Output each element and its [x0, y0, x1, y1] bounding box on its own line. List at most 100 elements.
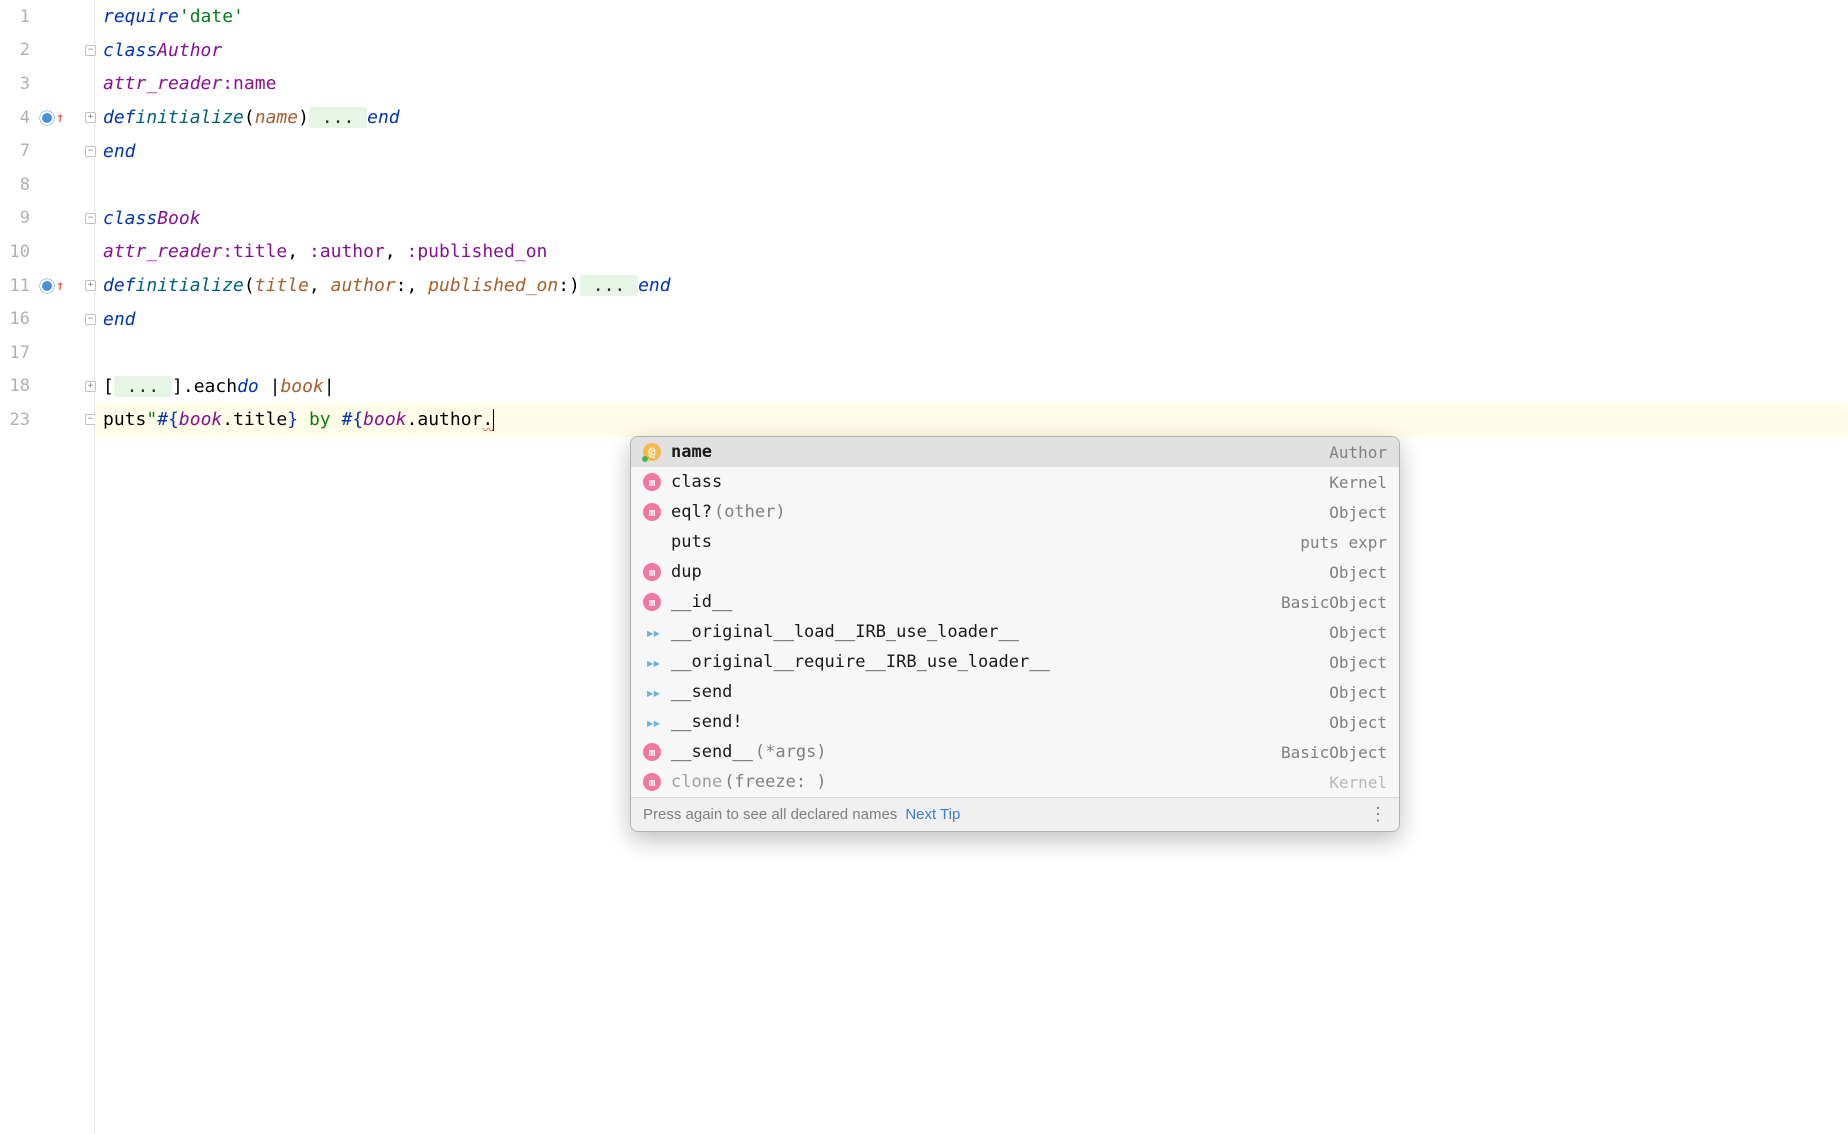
completion-item-name: clone(freeze: ): [671, 772, 1329, 792]
gutter-line: 3: [0, 67, 94, 101]
method-icon: [643, 563, 661, 581]
line-number: 17: [0, 343, 38, 363]
method-icon: [643, 503, 661, 521]
gutter-line: 18: [0, 370, 94, 404]
code-line: [103, 336, 1848, 370]
code-line: end: [103, 134, 1848, 168]
blank-icon: [643, 533, 661, 551]
method-icon: [643, 473, 661, 491]
arrow-up-icon: ↑: [56, 111, 64, 125]
completion-item-name: __send: [671, 682, 1329, 702]
line-number: 7: [0, 141, 38, 161]
completion-item-name: __send__(*args): [671, 742, 1281, 762]
gutter-line: 2: [0, 34, 94, 68]
gutter-line: 1: [0, 0, 94, 34]
method-icon: [643, 593, 661, 611]
completion-item-name: __original__load__IRB_use_loader__: [671, 622, 1329, 642]
line-number: 9: [0, 208, 38, 228]
line-number: 8: [0, 175, 38, 195]
code-line: def initialize(name) ... end: [103, 101, 1848, 135]
completion-item-name: dup: [671, 562, 1329, 582]
editor-container: 1 2 3 4 ↑ 7 8 9 10: [0, 0, 1848, 1134]
completion-item-type: Object: [1329, 563, 1387, 582]
completion-item-name: class: [671, 472, 1329, 492]
line-number: 18: [0, 376, 38, 396]
completion-item-type: BasicObject: [1281, 743, 1387, 762]
completion-item-type: Kernel: [1329, 773, 1387, 792]
completion-item[interactable]: putsputs expr: [631, 527, 1399, 557]
gutter-line: 17: [0, 336, 94, 370]
completion-item[interactable]: __original__require__IRB_use_loader__Obj…: [631, 647, 1399, 677]
error-squiggle-icon: 〰: [482, 421, 494, 438]
override-icon[interactable]: [40, 279, 54, 293]
completion-footer: Press again to see all declared names Nex…: [631, 797, 1399, 831]
completion-item[interactable]: eql?(other)Object: [631, 497, 1399, 527]
completion-item-name: puts: [671, 532, 1300, 552]
completion-item-type: puts expr: [1300, 533, 1387, 552]
completion-popup: nameAuthorclassKerneleql?(other)Objectpu…: [630, 436, 1400, 832]
completion-item[interactable]: clone(freeze: )Kernel: [631, 767, 1399, 797]
override-icon[interactable]: [40, 111, 54, 125]
next-tip-link[interactable]: Next Tip: [905, 806, 960, 823]
arrow-up-icon: ↑: [56, 279, 64, 293]
gutter-line: 4 ↑: [0, 101, 94, 135]
method-icon: [643, 773, 661, 791]
gutter-line: 11 ↑: [0, 269, 94, 303]
template-icon: [643, 683, 661, 701]
gutter-line: 16: [0, 302, 94, 336]
code-line: attr_reader :title, :author, :published_…: [103, 235, 1848, 269]
code-line: class Author: [103, 34, 1848, 68]
code-line: def initialize(title, author:, published…: [103, 269, 1848, 303]
completion-item-name: __send!: [671, 712, 1329, 732]
line-number: 1: [0, 7, 38, 27]
gutter-line: 23: [0, 403, 94, 437]
code-line: end: [103, 302, 1848, 336]
template-icon: [643, 653, 661, 671]
code-line: [ ... ].each do |book|: [103, 370, 1848, 404]
code-area[interactable]: require 'date' class Author attr_reader …: [95, 0, 1848, 1134]
line-number: 3: [0, 74, 38, 94]
completion-item[interactable]: __sendObject: [631, 677, 1399, 707]
completion-item-type: Kernel: [1329, 473, 1387, 492]
gutter-line: 8: [0, 168, 94, 202]
gutter-line: 10: [0, 235, 94, 269]
completion-item[interactable]: __id__BasicObject: [631, 587, 1399, 617]
completion-item-name: eql?(other): [671, 502, 1329, 522]
gutter-line: 9: [0, 202, 94, 236]
line-number: 23: [0, 410, 38, 430]
code-line-current: puts "#{book.title} by #{book.author.〰: [95, 403, 1848, 437]
footer-hint: Press again to see all declared names: [643, 806, 897, 823]
attr-icon: [643, 443, 661, 461]
completion-item-name: name: [671, 442, 1329, 462]
gutter: 1 2 3 4 ↑ 7 8 9 10: [0, 0, 95, 1134]
completion-item-type: Object: [1329, 713, 1387, 732]
completion-item[interactable]: classKernel: [631, 467, 1399, 497]
completion-item-type: Object: [1329, 683, 1387, 702]
line-number: 10: [0, 242, 38, 262]
line-number: 16: [0, 309, 38, 329]
completion-item-type: Author: [1329, 443, 1387, 462]
code-line: attr_reader :name: [103, 67, 1848, 101]
completion-item-type: Object: [1329, 623, 1387, 642]
code-line: require 'date': [103, 0, 1848, 34]
line-number: 2: [0, 40, 38, 60]
gutter-line: 7: [0, 134, 94, 168]
completion-item-type: BasicObject: [1281, 593, 1387, 612]
completion-item[interactable]: dupObject: [631, 557, 1399, 587]
completion-item[interactable]: nameAuthor: [631, 437, 1399, 467]
line-number: 4: [0, 108, 38, 128]
code-line: [103, 168, 1848, 202]
template-icon: [643, 713, 661, 731]
method-icon: [643, 743, 661, 761]
completion-item-type: Object: [1329, 503, 1387, 522]
completion-item-name: __original__require__IRB_use_loader__: [671, 652, 1329, 672]
template-icon: [643, 623, 661, 641]
line-number: 11: [0, 276, 38, 296]
completion-item[interactable]: __original__load__IRB_use_loader__Object: [631, 617, 1399, 647]
completion-item-type: Object: [1329, 653, 1387, 672]
code-line: class Book: [103, 202, 1848, 236]
completion-item[interactable]: __send!Object: [631, 707, 1399, 737]
completion-item-name: __id__: [671, 592, 1281, 612]
more-icon[interactable]: ⋮: [1369, 804, 1387, 825]
completion-item[interactable]: __send__(*args)BasicObject: [631, 737, 1399, 767]
